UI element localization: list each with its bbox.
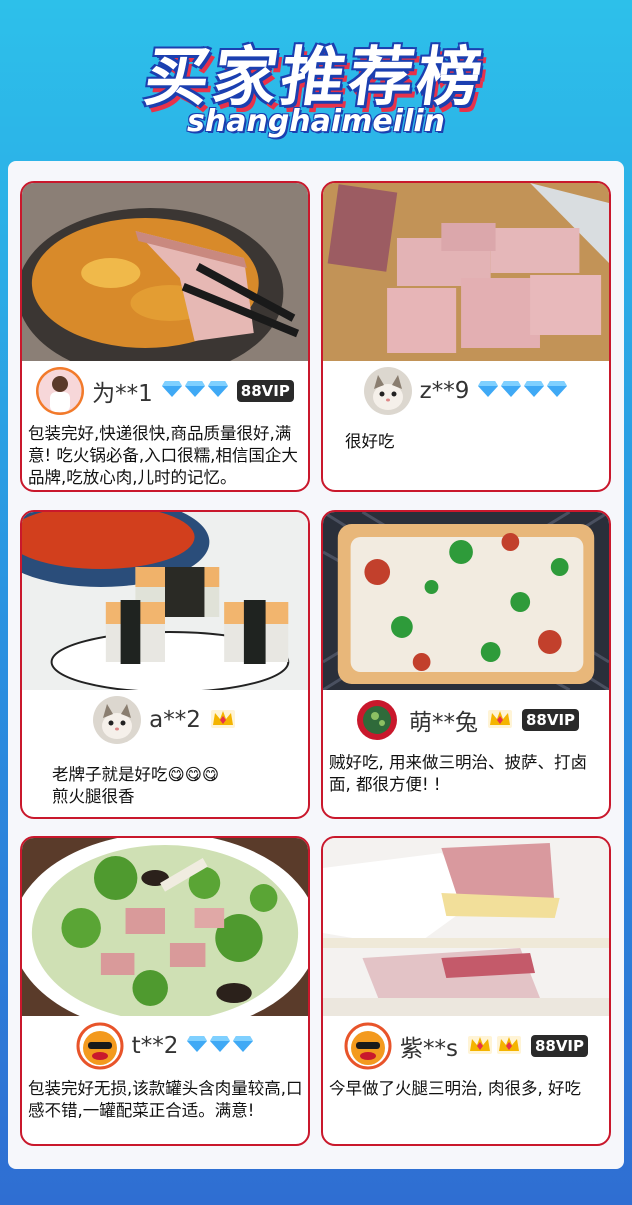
duck-avatar-icon (343, 1022, 392, 1070)
crown-icon (209, 706, 237, 734)
diamond-icon (500, 380, 522, 402)
reviewer-name: 萌**兔 (408, 710, 478, 736)
pizza-photo[interactable] (323, 512, 609, 690)
review-text: 很好吃 (345, 432, 395, 451)
crown-icon (495, 1032, 523, 1060)
spam-musubi-photo[interactable] (22, 512, 308, 690)
diamond-icon (207, 380, 229, 402)
hotpot-luncheon-meat-photo[interactable] (22, 183, 308, 361)
diamond-icon (184, 380, 206, 402)
reviewer-name: z**9 (419, 378, 470, 404)
reviewer-row: z**9 (323, 363, 609, 419)
vip-badge: 88VIP (530, 1035, 589, 1057)
diamond-icon (161, 380, 183, 402)
stir-fry-photo[interactable] (22, 838, 308, 1016)
review-card[interactable]: 萌**兔 88VIP 贼好吃, 用来做三明治、披萨、打卤面, 都很方便! ! (321, 510, 611, 819)
reviewer-name: 紫**s (399, 1036, 458, 1062)
cat-avatar-icon (93, 696, 142, 744)
reviewer-row: 萌**兔 88VIP (323, 692, 609, 748)
reviewer-row: a**2 (22, 692, 308, 748)
reviewer-row: t**2 (22, 1018, 308, 1074)
crown-icon (466, 1032, 494, 1060)
reviewer-name: a**2 (149, 707, 201, 733)
crown-icon (486, 706, 514, 734)
reviewer-name: 为**1 (92, 381, 153, 407)
review-card[interactable]: t**2 包装完好无损,该款罐头含肉量较高,口感不错,一罐配菜正合适。满意! (20, 836, 310, 1146)
diamond-icon (209, 1035, 231, 1057)
diamond-icon (546, 380, 568, 402)
review-card[interactable]: 为**1 88VIP 包装完好,快递很快,商品质量很好,满意! 吃火锅必备,入口很糯… (20, 181, 310, 492)
crown-level-icons (486, 706, 514, 734)
reviewer-name: t**2 (131, 1033, 179, 1059)
vip-badge: 88VIP (521, 709, 580, 731)
review-card[interactable]: a**2 老牌子就是好吃😋😋😋 煎火腿很香 (20, 510, 310, 819)
review-text: 老牌子就是好吃😋😋😋 煎火腿很香 (52, 765, 220, 806)
diamond-icon (232, 1035, 254, 1057)
diamond-icon (477, 380, 499, 402)
diamond-icon (186, 1035, 208, 1057)
review-text: 今早做了火腿三明治, 肉很多, 好吃 (329, 1079, 581, 1098)
sandwich-photo[interactable] (323, 838, 609, 1016)
page-subtitle: shanghaimeilin (187, 104, 445, 139)
duck-avatar-icon (75, 1022, 124, 1070)
sliced-ham-photo[interactable] (323, 183, 609, 361)
reviewer-row: 紫**s 88VIP (323, 1018, 609, 1074)
badge-avatar-icon (352, 696, 401, 744)
diamond-level-icons (186, 1035, 254, 1057)
review-text: 包装完好无损,该款罐头含肉量较高,口感不错,一罐配菜正合适。满意! (28, 1079, 303, 1120)
review-card[interactable]: z**9 很好吃 (321, 181, 611, 492)
vip-badge: 88VIP (236, 380, 294, 402)
diamond-icon (523, 380, 545, 402)
header-banner: 买家推荐榜 shanghaimeilin (0, 0, 632, 160)
person-avatar-icon (36, 367, 85, 415)
cat-avatar-icon (363, 367, 412, 415)
review-text: 包装完好,快递很快,商品质量很好,满意! 吃火锅必备,入口很糯,相信国企大品牌,… (28, 424, 298, 487)
crown-level-icons (466, 1032, 523, 1060)
review-card[interactable]: 紫**s 88VIP 今早做了火腿三明治, 肉很多, 好吃 (321, 836, 611, 1146)
reviewer-row: 为**1 88VIP (22, 363, 308, 419)
review-text: 贼好吃, 用来做三明治、披萨、打卤面, 都很方便! ! (329, 753, 587, 794)
crown-level-icons (209, 706, 237, 734)
diamond-level-icons (161, 380, 229, 402)
diamond-level-icons (477, 380, 568, 402)
